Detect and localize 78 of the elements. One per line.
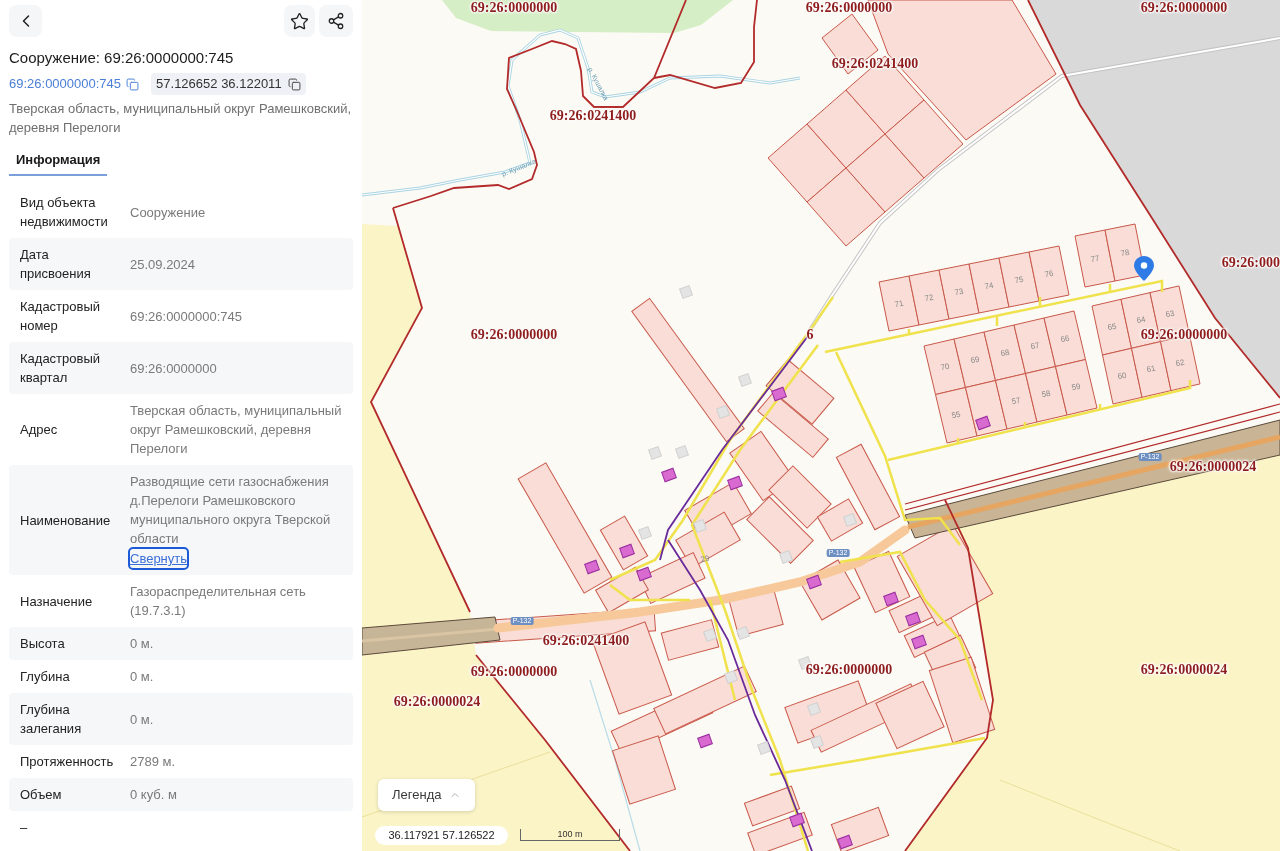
property-label: Вид объекта недвижимости bbox=[20, 194, 109, 231]
cadastral-number-link[interactable]: 69:26:0000000:745 bbox=[9, 74, 122, 94]
property-value: 2789 м. bbox=[130, 753, 176, 771]
lot-number: 75 bbox=[1013, 274, 1025, 285]
lot-number: 67 bbox=[1029, 340, 1041, 352]
location-pin-icon bbox=[1134, 256, 1154, 281]
cadastral-quarter-label: 69:26:0241400 bbox=[831, 56, 919, 72]
back-button[interactable] bbox=[9, 5, 42, 37]
property-value: 25.09.2024 bbox=[130, 255, 196, 274]
lot-number: 69 bbox=[969, 354, 981, 366]
lot-number: 61 bbox=[1145, 364, 1157, 375]
coordinates-chip[interactable]: 57.126652 36.122011 bbox=[151, 73, 306, 95]
cadastral-quarter-label: 69:26:0000000 bbox=[470, 0, 558, 16]
property-label: Протяженность bbox=[20, 753, 115, 771]
copy-icon[interactable] bbox=[126, 77, 140, 91]
cadastral-quarter-label: 69:26:0241400 bbox=[542, 633, 630, 649]
collapse-link[interactable]: Свернуть bbox=[130, 549, 187, 568]
property-value: 0 м. bbox=[130, 635, 154, 653]
lot-number: 62 bbox=[1174, 357, 1186, 369]
object-address: Тверская область, муниципальный округ Рамешковский, деревня Перелоги bbox=[8, 100, 353, 137]
property-label: Адрес bbox=[20, 421, 59, 439]
share-button[interactable] bbox=[319, 5, 353, 37]
property-label: Наименование bbox=[20, 511, 112, 530]
lot-number: 70 bbox=[939, 361, 951, 373]
legend-button[interactable]: Легенда bbox=[378, 779, 476, 811]
cursor-coordinates: 36.117921 57.126522 bbox=[375, 826, 508, 845]
property-value: Разводящие сети газоснабжения д.Перелоги Рамешковского муниципального округа Тверской области bbox=[130, 473, 332, 548]
lot-number: 77 bbox=[1089, 253, 1101, 264]
object-title: Сооружение: 69:26:0000000:745 bbox=[8, 49, 235, 67]
lot-number: 78 bbox=[1119, 247, 1131, 258]
property-value: 0 м. bbox=[130, 710, 154, 729]
lot-number: 55 bbox=[950, 409, 962, 421]
star-icon bbox=[290, 11, 309, 31]
lot-number: 71 bbox=[893, 298, 905, 309]
lot-number: 60 bbox=[1116, 370, 1128, 382]
cadastral-quarter-label: 69:26:0241400 bbox=[549, 108, 637, 124]
cadastral-quarter-label: 6 bbox=[806, 327, 814, 343]
info-tab[interactable]: Информация bbox=[9, 145, 108, 176]
property-value: 69:26:0000000 bbox=[130, 359, 217, 378]
property-label: Дата присвоения bbox=[20, 246, 92, 283]
property-value: 0 куб. м bbox=[130, 786, 177, 804]
cadastral-quarter-label: 69:26:0000024 bbox=[393, 694, 481, 710]
lot-number: 58 bbox=[1040, 388, 1052, 400]
lot-number: 68 bbox=[999, 347, 1011, 359]
copy-icon[interactable] bbox=[287, 77, 301, 91]
lot-number: 74 bbox=[983, 280, 995, 291]
property-label: Кадастровый номер bbox=[20, 298, 102, 335]
lot-number: 63 bbox=[1164, 308, 1176, 320]
lot-number: 76 bbox=[1043, 268, 1055, 279]
lot-number: 66 bbox=[1059, 333, 1071, 345]
property-value: 69:26:0000000:745 bbox=[130, 307, 243, 326]
cadastral-quarter-label: 69:26:0000000 bbox=[805, 662, 893, 678]
property-value: Сооружение bbox=[130, 203, 206, 222]
share-icon bbox=[327, 12, 345, 30]
lot-number: 73 bbox=[953, 286, 965, 297]
cadastral-quarter-label: 69:26:0000000 bbox=[1140, 0, 1228, 16]
lot-number: 72 bbox=[923, 292, 935, 303]
favorite-button[interactable] bbox=[284, 5, 315, 37]
cadastral-quarter-label: 69:26:0000024 bbox=[1140, 662, 1228, 678]
lot-number: 65 bbox=[1106, 321, 1118, 333]
property-label: Кадастровый квартал bbox=[20, 350, 102, 387]
cadastral-quarter-label: 69:26:0000000 bbox=[805, 0, 893, 16]
lot-number: 64 bbox=[1135, 315, 1147, 326]
scale-bar: 100 m bbox=[520, 829, 620, 841]
property-label: Объем bbox=[20, 786, 63, 804]
property-value: Тверская область, муниципальный округ Рамешковский, деревня Перелоги bbox=[130, 402, 343, 458]
property-label: Глубина bbox=[20, 668, 71, 686]
property-label: Высота bbox=[20, 635, 66, 653]
property-label: Назначение bbox=[20, 592, 94, 611]
lot-number: 59 bbox=[1070, 381, 1082, 393]
property-value: Газораспределительная сеть (19.7.3.1) bbox=[130, 583, 307, 620]
lot-number: 57 bbox=[1010, 395, 1022, 407]
property-value: 0 м. bbox=[130, 668, 154, 686]
property-label: Глубина залегания bbox=[20, 701, 83, 738]
property-label: – bbox=[20, 819, 29, 837]
cadastral-quarter-label: 69:26:000 bbox=[1221, 255, 1280, 271]
lot-number: 29 bbox=[699, 553, 711, 565]
cadastral-quarter-label: 69:26:0000000 bbox=[470, 327, 558, 343]
